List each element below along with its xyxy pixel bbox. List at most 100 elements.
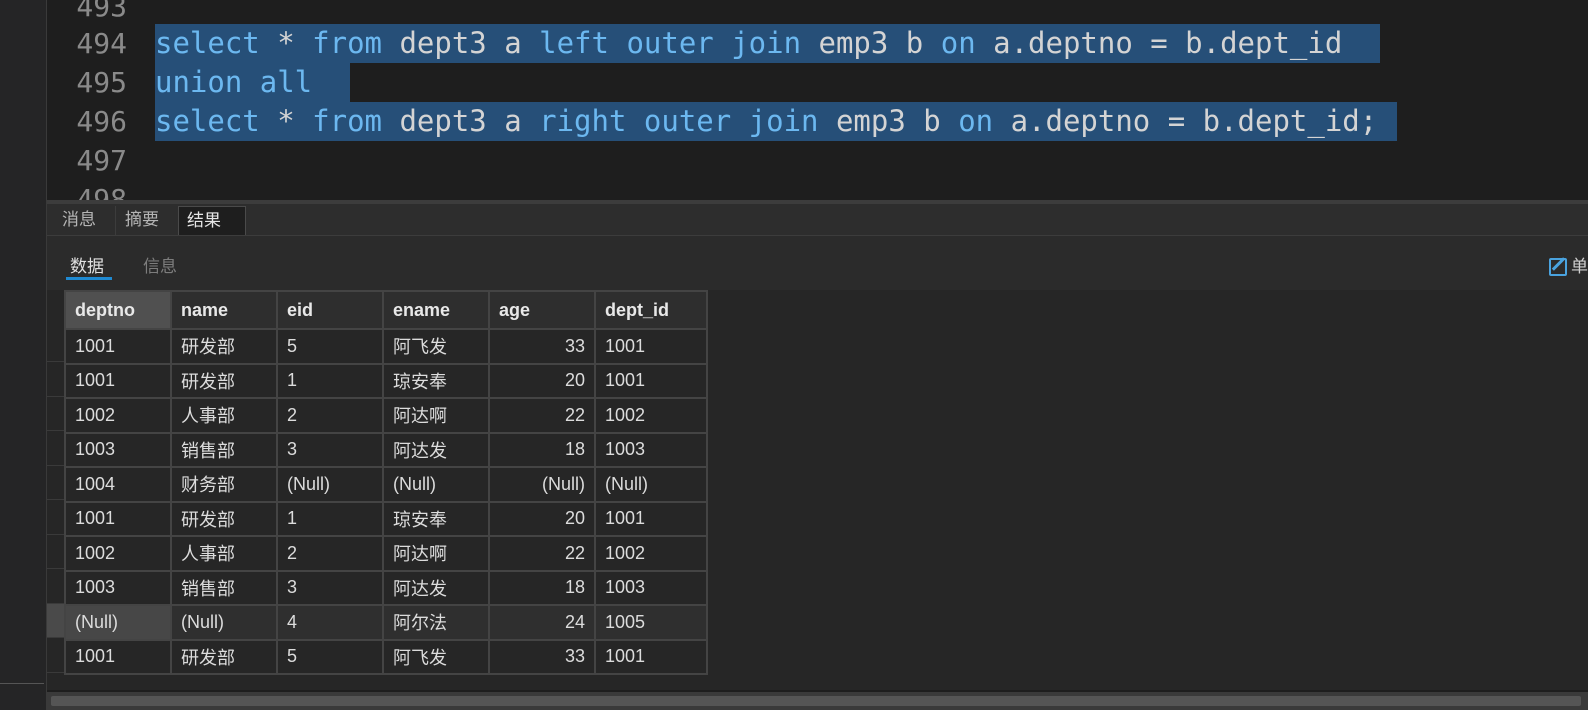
table-cell[interactable]: 人事部 — [170, 535, 278, 572]
code-text[interactable]: select * from dept3 a left outer join em… — [155, 24, 1380, 63]
sql-editor[interactable]: 493 494 select * from dept3 a left outer… — [47, 0, 1588, 200]
table-cell[interactable]: 20 — [488, 500, 596, 537]
table-cell[interactable]: 1003 — [594, 569, 708, 606]
column-header[interactable]: dept_id — [594, 290, 708, 330]
tab-result-1[interactable]: 结果 1 — [178, 206, 246, 260]
table-cell[interactable]: (Null) — [64, 604, 172, 641]
table-cell[interactable]: (Null) — [488, 466, 596, 503]
table-cell[interactable]: 22 — [488, 397, 596, 434]
sql-identifier: a.deptno = b.dept_id — [975, 26, 1360, 60]
table-cell[interactable]: 20 — [488, 362, 596, 399]
table-cell[interactable]: 1001 — [64, 500, 172, 537]
sql-identifier: * — [259, 104, 313, 138]
scrollbar-thumb[interactable] — [51, 696, 1581, 706]
table-cell[interactable]: (Null) — [594, 466, 708, 503]
table-cell[interactable]: 1002 — [594, 397, 708, 434]
table-cell[interactable]: 18 — [488, 569, 596, 606]
table-cell[interactable]: 销售部 — [170, 431, 278, 468]
table-cell[interactable]: 研发部 — [170, 328, 278, 365]
table-cell[interactable]: 1001 — [64, 638, 172, 675]
row-selector[interactable] — [47, 363, 64, 397]
table-cell[interactable]: 5 — [276, 328, 384, 365]
table-cell[interactable]: 琼安奉 — [382, 500, 490, 537]
table-cell[interactable]: 2 — [276, 535, 384, 572]
table-cell[interactable]: 销售部 — [170, 569, 278, 606]
table-row[interactable]: 1003 销售部 3 阿达发 18 1003 — [64, 431, 708, 468]
table-cell[interactable]: 阿达啊 — [382, 535, 490, 572]
tab-summary[interactable]: 摘要 — [117, 206, 179, 235]
subtab-info[interactable]: 信息 — [143, 252, 177, 277]
table-cell[interactable]: 阿尔法 — [382, 604, 490, 641]
table-cell[interactable]: 阿飞发 — [382, 328, 490, 365]
code-text[interactable]: select * from dept3 a right outer join e… — [155, 102, 1398, 141]
table-cell[interactable]: 22 — [488, 535, 596, 572]
row-selector[interactable] — [47, 570, 64, 604]
table-cell[interactable]: 1002 — [64, 535, 172, 572]
table-row[interactable]: 1001 研发部 5 阿飞发 33 1001 — [64, 638, 708, 675]
column-header[interactable]: eid — [276, 290, 384, 330]
table-cell[interactable]: 18 — [488, 431, 596, 468]
table-cell[interactable]: 1 — [276, 500, 384, 537]
table-cell[interactable]: 阿达发 — [382, 569, 490, 606]
table-row[interactable]: 1001 研发部 1 琼安奉 20 1001 — [64, 362, 708, 399]
table-cell[interactable]: 24 — [488, 604, 596, 641]
table-row[interactable]: 1002 人事部 2 阿达啊 22 1002 — [64, 397, 708, 434]
table-cell[interactable]: 研发部 — [170, 500, 278, 537]
table-cell[interactable]: (Null) — [382, 466, 490, 503]
table-row[interactable]: 1001 研发部 1 琼安奉 20 1001 — [64, 500, 708, 537]
table-row[interactable]: 1003 销售部 3 阿达发 18 1003 — [64, 569, 708, 606]
table-cell[interactable]: 阿达发 — [382, 431, 490, 468]
column-header[interactable]: deptno — [64, 290, 172, 330]
table-cell[interactable]: 1002 — [64, 397, 172, 434]
table-cell[interactable]: 1005 — [594, 604, 708, 641]
table-cell[interactable]: 1003 — [594, 431, 708, 468]
table-cell[interactable]: 1001 — [594, 500, 708, 537]
row-selector[interactable] — [47, 432, 64, 466]
table-cell[interactable]: 1004 — [64, 466, 172, 503]
row-selector[interactable] — [47, 328, 64, 362]
row-selector[interactable] — [47, 466, 64, 500]
table-cell[interactable]: 2 — [276, 397, 384, 434]
table-cell[interactable]: 1001 — [64, 362, 172, 399]
table-cell[interactable]: 1002 — [594, 535, 708, 572]
table-row[interactable]: 1002 人事部 2 阿达啊 22 1002 — [64, 535, 708, 572]
row-selector[interactable] — [47, 535, 64, 569]
table-cell[interactable]: 1 — [276, 362, 384, 399]
table-cell[interactable]: 1003 — [64, 569, 172, 606]
horizontal-scrollbar[interactable] — [47, 692, 1588, 710]
table-cell[interactable]: (Null) — [276, 466, 384, 503]
table-cell[interactable]: 人事部 — [170, 397, 278, 434]
column-header[interactable]: age — [488, 290, 596, 330]
table-cell[interactable]: 财务部 — [170, 466, 278, 503]
row-selector[interactable] — [47, 397, 64, 431]
table-row[interactable]: 1001 研发部 5 阿飞发 33 1001 — [64, 328, 708, 365]
table-cell[interactable]: 阿达啊 — [382, 397, 490, 434]
table-cell[interactable]: 琼安奉 — [382, 362, 490, 399]
table-cell[interactable]: 4 — [276, 604, 384, 641]
table-row[interactable]: 1004 财务部 (Null) (Null) (Null) (Null) — [64, 466, 708, 503]
table-row[interactable]: (Null) (Null) 4 阿尔法 24 1005 — [64, 604, 708, 641]
code-text[interactable]: union all — [155, 63, 350, 102]
table-cell[interactable]: 1001 — [64, 328, 172, 365]
table-cell[interactable]: 1001 — [594, 362, 708, 399]
column-header[interactable]: name — [170, 290, 278, 330]
table-cell[interactable]: 阿飞发 — [382, 638, 490, 675]
column-header[interactable]: ename — [382, 290, 490, 330]
subtab-data[interactable]: 数据 — [70, 252, 104, 277]
table-cell[interactable]: 3 — [276, 569, 384, 606]
tab-messages[interactable]: 消息 — [54, 206, 116, 235]
edit-button[interactable]: 单 — [1549, 252, 1588, 277]
row-selector[interactable] — [47, 639, 64, 673]
table-cell[interactable]: 33 — [488, 328, 596, 365]
table-cell[interactable]: 5 — [276, 638, 384, 675]
table-cell[interactable]: 1003 — [64, 431, 172, 468]
table-cell[interactable]: 3 — [276, 431, 384, 468]
row-selector[interactable] — [47, 604, 64, 638]
table-cell[interactable]: 研发部 — [170, 638, 278, 675]
table-cell[interactable]: 1001 — [594, 328, 708, 365]
table-cell[interactable]: 研发部 — [170, 362, 278, 399]
table-cell[interactable]: 1001 — [594, 638, 708, 675]
table-cell[interactable]: 33 — [488, 638, 596, 675]
table-cell[interactable]: (Null) — [170, 604, 278, 641]
row-selector[interactable] — [47, 501, 64, 535]
